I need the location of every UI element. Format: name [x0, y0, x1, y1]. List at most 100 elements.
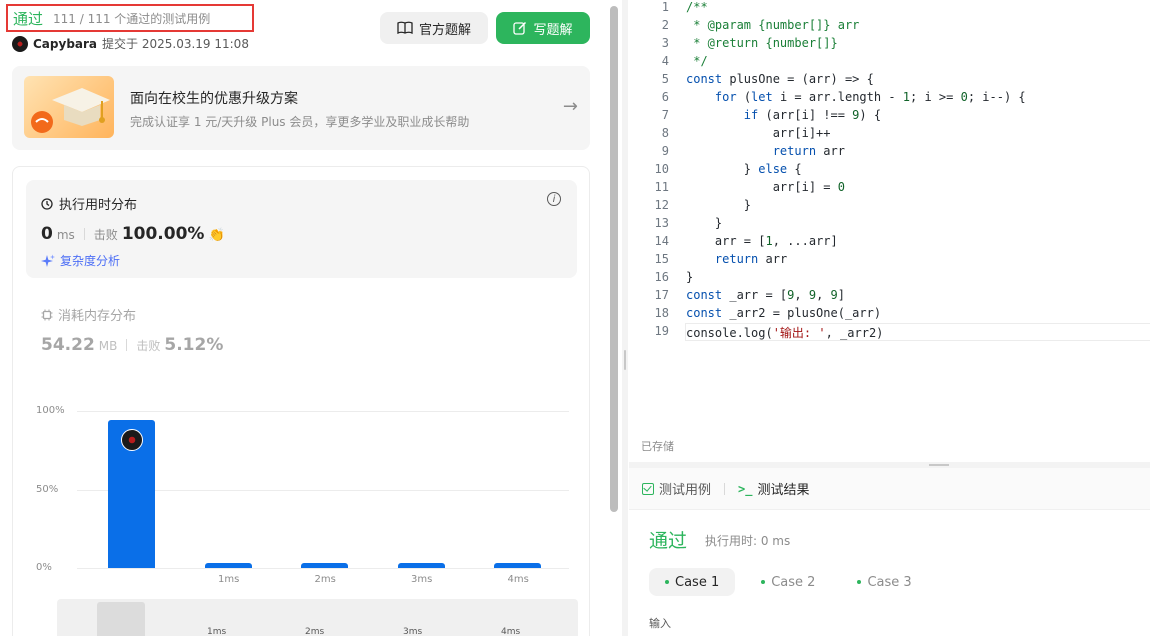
code-token: 1 [902, 90, 911, 104]
code-line[interactable]: 2 * @param {number[]} arr [629, 18, 1150, 36]
code-token: ] [837, 288, 845, 302]
code-token: return [714, 252, 759, 266]
case-label: Case 2 [771, 574, 816, 590]
official-solution-button[interactable]: 官方题解 [380, 12, 488, 44]
code-line[interactable]: 5 const plusOne = (arr) => { [629, 72, 1150, 90]
code-token: const [686, 72, 723, 86]
case-tab-1[interactable]: Case 1 [649, 568, 736, 596]
minimap-window[interactable] [97, 602, 145, 636]
tab-testcases-label: 测试用例 [659, 483, 712, 498]
code-token: , _arr2) [825, 326, 884, 340]
code-token: arr[i] = [686, 180, 838, 194]
code-line[interactable]: 3 * @return {number[]} [629, 36, 1150, 54]
code-token: ( [736, 90, 752, 104]
tab-test-result-label: 测试结果 [757, 483, 810, 498]
case-tab-2[interactable]: Case 2 [745, 568, 831, 596]
code-line[interactable]: 18 const _arr2 = plusOne(_arr) [629, 306, 1150, 324]
minimap-label: 4ms [501, 627, 521, 636]
code-text: const _arr = [9, 9, 9] [686, 288, 845, 302]
code-text: } [686, 198, 751, 212]
code-line[interactable]: 19 console.log('输出: ', _arr2) [629, 324, 1150, 342]
code-line[interactable]: 14 arr = [1, ...arr] [629, 234, 1150, 252]
runtime-title-label: 执行用时分布 [59, 198, 138, 213]
code-text: const _arr2 = plusOne(_arr) [686, 306, 881, 320]
code-token: } [686, 270, 694, 284]
line-number: 10 [654, 162, 669, 176]
divider [83, 228, 85, 240]
code-text: * @param {number[]} arr [686, 18, 859, 32]
code-line[interactable]: 15 return arr [629, 252, 1150, 270]
code-token: const [686, 306, 723, 320]
code-line[interactable]: 17 const _arr = [9, 9, 9] [629, 288, 1150, 306]
line-number: 16 [654, 270, 669, 284]
code-line[interactable]: 7 if (arr[i] !== 9) { [629, 108, 1150, 126]
memory-title[interactable]: 消耗内存分布 [41, 305, 136, 324]
promo-banner[interactable]: 面向在校生的优惠升级方案 完成认证享 1 元/天升级 Plus 会员，享更多学业… [12, 66, 590, 150]
info-icon[interactable]: i [547, 192, 561, 206]
avatar[interactable] [12, 35, 28, 52]
code-text: } [686, 216, 722, 230]
code-line[interactable]: 8 arr[i]++ [629, 126, 1150, 144]
saved-status: 已存储 [641, 440, 674, 453]
tab-testcases[interactable]: 测试用例 [642, 479, 711, 498]
line-number: 1 [661, 0, 669, 14]
scrollbar-thumb[interactable] [610, 6, 618, 512]
histogram-bar[interactable] [397, 563, 445, 568]
code-line[interactable]: 11 arr[i] = 0 [629, 180, 1150, 198]
code-text: arr = [1, ...arr] [686, 234, 838, 248]
code-line[interactable]: 10 } else { [629, 162, 1150, 180]
line-number: 12 [654, 198, 669, 212]
memory-unit: MB [98, 339, 118, 353]
case-label: Case 3 [867, 574, 912, 590]
runtime-distribution[interactable]: 执行用时分布 i 0 ms 击败 100.00% 👏 复杂度分析 [26, 180, 577, 278]
vertical-resize-handle[interactable] [622, 0, 628, 636]
histogram-bar[interactable] [494, 563, 541, 568]
x-tick-label: 4ms [507, 574, 529, 585]
write-solution-button[interactable]: 写题解 [496, 12, 590, 44]
minimap-label: 1ms [207, 627, 227, 636]
case-tab-3[interactable]: Case 3 [841, 568, 927, 596]
user-avatar-marker [120, 429, 143, 452]
code-line[interactable]: 4 */ [629, 54, 1150, 72]
result-status: 通过 [649, 530, 688, 552]
code-text: console.log('输出: ', _arr2) [686, 324, 883, 341]
code-line[interactable]: 12 } [629, 198, 1150, 216]
code-token: } [686, 162, 759, 176]
complexity-analysis-link[interactable]: 复杂度分析 [41, 252, 120, 269]
code-token: * @return {number[]} [686, 36, 838, 50]
write-solution-label: 写题解 [533, 22, 573, 38]
performance-card: 执行用时分布 i 0 ms 击败 100.00% 👏 复杂度分析 消耗内存分布 … [12, 166, 590, 636]
histogram-minimap[interactable]: 1ms 2ms 3ms 4ms [57, 599, 578, 636]
histogram-bar[interactable] [301, 563, 348, 568]
code-token: i = arr.length - [772, 90, 903, 104]
arrow-right-icon[interactable]: → [563, 96, 578, 117]
code-token: (arr[i] !== [758, 108, 853, 122]
code-line[interactable]: 13 } [629, 216, 1150, 234]
code-token: { [787, 162, 802, 176]
line-number: 19 [654, 324, 669, 338]
line-number: 14 [654, 234, 669, 248]
code-editor[interactable]: 已存储 1/** 2 * @param {number[]} arr 3 * @re… [629, 0, 1150, 462]
author-name[interactable]: Capybara [33, 37, 97, 51]
y-tick-label: 50% [36, 483, 59, 495]
code-token: 9 [830, 288, 838, 302]
code-token: , ...arr] [772, 234, 838, 248]
pass-dot-icon [857, 580, 862, 584]
code-token: 0 [960, 90, 968, 104]
tab-test-result[interactable]: >_ 测试结果 [738, 479, 810, 499]
minimap-label: 2ms [305, 627, 325, 636]
code-line[interactable]: 9 return arr [629, 144, 1150, 162]
complexity-label: 复杂度分析 [60, 254, 121, 268]
runtime-unit: ms [56, 228, 75, 242]
histogram-bar[interactable] [204, 563, 252, 568]
left-scrollbar[interactable] [609, 0, 619, 636]
code-line[interactable]: 16} [629, 270, 1150, 288]
code-text: */ [686, 54, 707, 68]
code-line[interactable]: 1 /** [629, 0, 1150, 18]
line-number: 5 [661, 72, 669, 86]
edit-icon [513, 21, 527, 35]
code-line[interactable]: 6 for (let i = arr.length - 1; i >= 0; i… [629, 90, 1150, 108]
code-token: arr [758, 252, 788, 266]
